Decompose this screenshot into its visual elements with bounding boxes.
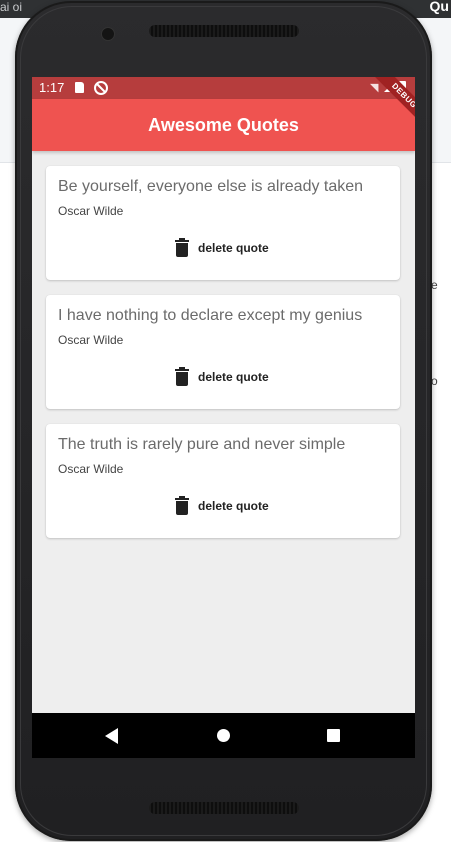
sd-card-icon bbox=[75, 82, 84, 93]
delete-quote-button[interactable]: delete quote bbox=[171, 237, 273, 259]
wifi-icon: ◥ bbox=[370, 82, 379, 94]
desktop-side-text: e bbox=[431, 278, 438, 292]
quote-author: Oscar Wilde bbox=[58, 462, 124, 476]
quote-text: Be yourself, everyone else is already ta… bbox=[58, 178, 364, 195]
quote-text: I have nothing to declare except my geni… bbox=[58, 307, 363, 324]
status-bar: 1:17 ◥ bbox=[32, 77, 415, 99]
app-title: Awesome Quotes bbox=[148, 115, 299, 135]
quote-card: The truth is rarely pure and never simpl… bbox=[46, 424, 400, 538]
status-time: 1:17 bbox=[39, 80, 65, 95]
front-camera bbox=[101, 27, 115, 41]
delete-quote-button[interactable]: delete quote bbox=[171, 495, 273, 517]
quote-text: The truth is rarely pure and never simpl… bbox=[58, 436, 346, 453]
desktop-top-title: Qu bbox=[429, 0, 449, 14]
quote-author: Oscar Wilde bbox=[58, 204, 124, 218]
app-bar: Awesome Quotes bbox=[32, 99, 415, 151]
trash-icon bbox=[175, 367, 189, 386]
navigation-bar bbox=[32, 713, 415, 758]
trash-icon bbox=[175, 238, 189, 257]
bottom-speaker bbox=[149, 802, 299, 814]
recents-icon[interactable] bbox=[327, 729, 340, 742]
quote-author: Oscar Wilde bbox=[58, 333, 124, 347]
quote-card: Be yourself, everyone else is already ta… bbox=[46, 166, 400, 280]
phone-screen: 1:17 ◥ Awesome Quotes DEBUG Be yourself,… bbox=[32, 77, 415, 758]
trash-icon bbox=[175, 496, 189, 515]
sync-disabled-icon bbox=[94, 81, 108, 95]
desktop-top-text: ai oi bbox=[0, 0, 23, 14]
delete-quote-button[interactable]: delete quote bbox=[171, 366, 273, 388]
delete-quote-label: delete quote bbox=[198, 370, 269, 384]
home-icon[interactable] bbox=[217, 729, 230, 742]
back-icon[interactable] bbox=[105, 728, 118, 744]
top-speaker bbox=[149, 25, 299, 37]
delete-quote-label: delete quote bbox=[198, 499, 269, 513]
desktop-side-text: o bbox=[431, 374, 438, 388]
quote-card: I have nothing to declare except my geni… bbox=[46, 295, 400, 409]
delete-quote-label: delete quote bbox=[198, 241, 269, 255]
